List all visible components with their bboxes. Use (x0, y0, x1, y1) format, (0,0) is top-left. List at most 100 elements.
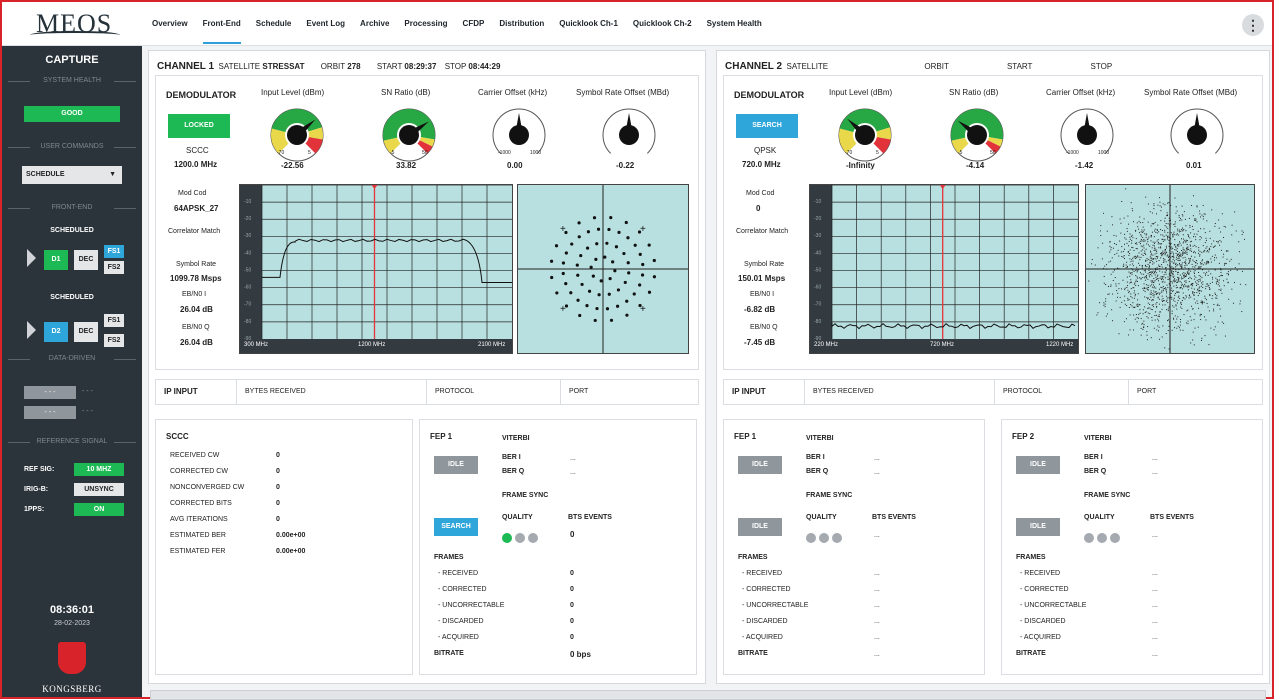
nav-quicklook-ch2[interactable]: Quicklook Ch-2 (633, 2, 692, 46)
nav-schedule[interactable]: Schedule (256, 2, 292, 46)
ch1-start-value: 08:29:37 (404, 62, 437, 71)
svg-text:+: + (640, 304, 646, 315)
frame-row-label: - UNCORRECTABLE (1020, 602, 1087, 609)
quality-dot-icon (528, 533, 538, 543)
frame-row-value: 0 (570, 634, 574, 641)
d2-fs2-button[interactable]: FS2 (104, 334, 124, 347)
sccc-row-value: 0 (276, 484, 280, 491)
ch1-modcod-value: 64APSK_27 (174, 204, 219, 213)
frame-row-value: 0 (570, 602, 574, 609)
svg-text:-90: -90 (244, 336, 251, 342)
ch2-correlator-label: Correlator Match (736, 228, 789, 235)
d1-fs1-button[interactable]: FS1 (104, 245, 124, 258)
ch2-fep1-frame-sync-idle-button[interactable]: IDLE (738, 518, 782, 536)
nav-overview[interactable]: Overview (152, 2, 188, 46)
system-health-status: GOOD (24, 106, 120, 122)
ch1-viterbi-idle-button[interactable]: IDLE (434, 456, 478, 474)
nav-processing[interactable]: Processing (404, 2, 447, 46)
ch2-fep2-viterbi-idle-button[interactable]: IDLE (1016, 456, 1060, 474)
ch2-search-button[interactable]: SEARCH (736, 114, 798, 138)
ch2-fep2-viterbi-label: VITERBI (1084, 435, 1112, 442)
ch1-sccc-title: SCCC (166, 432, 189, 441)
ch1-spectrum-mid: 1200 MHz (358, 342, 386, 348)
user-commands-select[interactable]: SCHEDULE ▼ (22, 166, 122, 184)
ch1-symbol-rate-label: Symbol Rate (176, 261, 217, 268)
nav-system-health[interactable]: System Health (707, 2, 762, 46)
frame-row-label: - RECEIVED (1020, 570, 1061, 577)
ch1-ebn0q-value: 26.04 dB (180, 338, 213, 347)
d2-dec-button[interactable]: DEC (74, 322, 98, 342)
nav-cfdp[interactable]: CFDP (463, 2, 485, 46)
ch2-ebn0q-value: -7.45 dB (744, 338, 776, 347)
ch1-ip-input-label: IP INPUT (164, 387, 198, 396)
quality-dot-icon (806, 533, 816, 543)
ch2-bytes-received-header: BYTES RECEIVED (804, 380, 994, 404)
ch2-fep1-viterbi-idle-button[interactable]: IDLE (738, 456, 782, 474)
svg-text:-30: -30 (814, 233, 821, 239)
frame-row-label: - ACQUIRED (742, 634, 783, 641)
ch2-fep1-title: FEP 1 (734, 432, 757, 441)
more-menu-icon[interactable]: ⋮ (1242, 14, 1264, 36)
svg-text:-80: -80 (814, 319, 821, 325)
frame-row-label: - UNCORRECTABLE (438, 602, 505, 609)
ch1-bts-events-value: 0 (570, 530, 575, 539)
d1-fs2-button[interactable]: FS2 (104, 261, 124, 274)
quality-dot-icon (515, 533, 525, 543)
data-driven-slot-1-value: - - - (82, 388, 93, 395)
ch2-input-max: 5 (876, 150, 879, 156)
data-driven-slot-2[interactable]: - - - (24, 406, 76, 419)
frame-row-value: ... (1152, 634, 1158, 641)
quality-dot-icon (1084, 533, 1094, 543)
data-driven-slot-1[interactable]: - - - (24, 386, 76, 399)
svg-text:-80: -80 (244, 319, 251, 325)
data-driven-slot-2-value: - - - (82, 408, 93, 415)
nav-front-end[interactable]: Front-End (202, 2, 241, 44)
sccc-row-value: 0 (276, 452, 280, 459)
ch2-symbol-rate-label: Symbol Rate (744, 261, 785, 268)
ch1-viterbi-label: VITERBI (502, 435, 530, 442)
nav-event-log[interactable]: Event Log (306, 2, 345, 46)
d2-state: SCHEDULED (50, 294, 94, 301)
ch2-fep2-bitrate-label: BITRATE (1016, 650, 1046, 657)
chevron-down-icon: ▼ (109, 171, 116, 178)
nav-quicklook-ch1[interactable]: Quicklook Ch-1 (559, 2, 618, 46)
d2-fs1-button[interactable]: FS1 (104, 314, 124, 327)
ch1-fep1-title: FEP 1 (430, 432, 453, 441)
ch2-fep2-bitrate-value: ... (1152, 651, 1158, 658)
d1-button[interactable]: D1 (44, 250, 68, 270)
ch1-locked-button[interactable]: LOCKED (168, 114, 230, 138)
ch2-carrier-value: -1.42 (1075, 161, 1094, 170)
top-bar: MEOS Overview Front-End Schedule Event L… (2, 2, 1272, 46)
d2-button[interactable]: D2 (44, 322, 68, 342)
ch2-ip-input-label: IP INPUT (732, 387, 766, 396)
quality-dot-icon (1110, 533, 1120, 543)
ch2-fep1-ber-q-value: ... (874, 469, 880, 476)
pps-label: 1PPS: (24, 506, 45, 513)
ch2-fep1-ber-q-label: BER Q (806, 468, 829, 475)
nav-archive[interactable]: Archive (360, 2, 389, 46)
main-nav: Overview Front-End Schedule Event Log Ar… (152, 2, 777, 46)
ch2-snr-value: -4.14 (966, 161, 985, 170)
ch2-snr-max: 50 (990, 150, 996, 156)
ch2-fep2-frame-sync-idle-button[interactable]: IDLE (1016, 518, 1060, 536)
svg-text:+: + (640, 224, 646, 235)
frame-row-label: - CORRECTED (1020, 586, 1069, 593)
ch1-orbit-value: 278 (347, 62, 361, 71)
ch2-ebn0i-value: -6.82 dB (744, 305, 776, 314)
d1-dec-button[interactable]: DEC (74, 250, 98, 270)
ch1-constellation-plot: + + + + (517, 184, 689, 354)
ch1-frame-sync-search-button[interactable]: SEARCH (434, 518, 478, 536)
ch1-snr-max: 50 (422, 150, 428, 156)
section-data-driven: DATA-DRIVEN (8, 354, 136, 364)
ch2-fep1-bitrate-label: BITRATE (738, 650, 768, 657)
sccc-row-value: 0 (276, 500, 280, 507)
ch2-ebn0q-label: EB/N0 Q (750, 324, 778, 331)
ch2-demodulator-label: DEMODULATOR (734, 90, 805, 100)
nav-distribution[interactable]: Distribution (499, 2, 544, 46)
svg-text:-10: -10 (814, 199, 821, 205)
ch1-sccc-card: SCCC RECEIVED CW 0 CORRECTED CW 0 NONCONVE… (155, 419, 413, 675)
ch2-fep1-frames-label: FRAMES (738, 554, 768, 561)
svg-text:-20: -20 (814, 216, 821, 222)
clock-time: 08:36:01 (49, 604, 95, 616)
ch2-stop-label: STOP (1090, 62, 1113, 71)
